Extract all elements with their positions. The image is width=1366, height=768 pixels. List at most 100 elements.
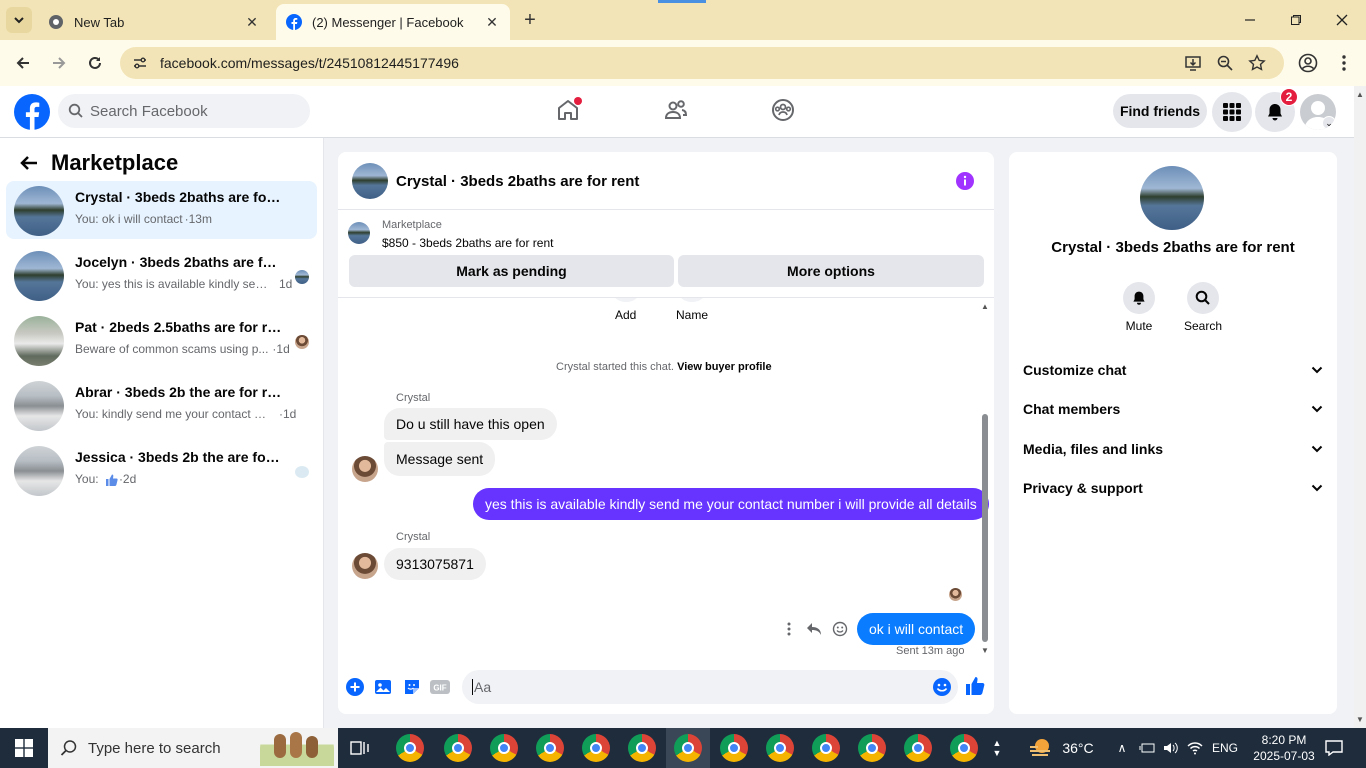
chrome-taskbar-icon[interactable] <box>444 734 472 762</box>
chrome-taskbar-icon[interactable] <box>720 734 748 762</box>
section-customize-chat[interactable]: Customize chat <box>1023 360 1323 380</box>
add-label[interactable]: Add <box>615 308 636 322</box>
chrome-taskbar-icon[interactable] <box>536 734 564 762</box>
reply-button[interactable] <box>805 620 823 638</box>
chrome-taskbar-icon[interactable] <box>904 734 932 762</box>
new-tab-button[interactable]: + <box>518 8 542 32</box>
taskbar-search[interactable]: Type here to search <box>48 728 338 768</box>
start-button[interactable] <box>0 728 48 768</box>
close-tab-icon[interactable]: ✕ <box>244 14 260 31</box>
name-label[interactable]: Name <box>676 308 708 322</box>
forward-button[interactable] <box>46 50 72 76</box>
scroll-up-arrow[interactable]: ▲ <box>981 302 989 311</box>
scrollbar-thumb[interactable] <box>982 414 988 642</box>
chrome-taskbar-icon[interactable] <box>766 734 794 762</box>
notifications-button[interactable]: 2 <box>1255 88 1298 132</box>
nav-groups[interactable] <box>769 96 797 124</box>
weather-widget[interactable]: 36°C <box>1026 732 1096 764</box>
profile-button[interactable] <box>1296 51 1320 75</box>
conversation-item[interactable]: Jocelyn · 3beds 2baths are for re... You… <box>6 246 317 304</box>
mute-button[interactable] <box>1123 282 1155 314</box>
tab-new-tab[interactable]: New Tab ✕ <box>38 4 270 40</box>
nav-friends[interactable] <box>662 96 690 124</box>
conversation-name: Jessica · 3beds 2b the are for rent <box>75 449 285 465</box>
mark-as-pending-button[interactable]: Mark as pending <box>349 255 674 287</box>
chat-title[interactable]: Crystal · 3beds 2baths are for rent <box>396 173 639 190</box>
scroll-up-arrow[interactable]: ▲ <box>1356 90 1364 99</box>
close-tab-icon[interactable]: ✕ <box>484 14 500 31</box>
message-input[interactable]: Aa <box>462 670 958 704</box>
address-bar[interactable]: facebook.com/messages/t/2451081244517749… <box>120 47 1284 79</box>
volume-icon[interactable] <box>1162 738 1180 758</box>
conversation-item[interactable]: Abrar · 3beds 2b the are for rent You: k… <box>6 376 317 434</box>
message-bubble-outgoing[interactable]: ok i will contact <box>857 613 976 645</box>
attach-photo-button[interactable] <box>373 677 393 697</box>
emoji-icon[interactable] <box>932 677 952 697</box>
chrome-taskbar-icon[interactable] <box>950 734 978 762</box>
back-button[interactable] <box>10 50 36 76</box>
taskbar-overflow-arrows[interactable]: ▲ ▼ <box>990 730 1004 766</box>
notification-center-button[interactable] <box>1322 736 1346 760</box>
scroll-down-arrow[interactable]: ▼ <box>981 646 989 655</box>
minimize-button[interactable] <box>1236 8 1264 32</box>
account-avatar[interactable]: ⌄ <box>1300 94 1336 130</box>
tab-search-button[interactable] <box>6 7 32 33</box>
listing-card[interactable]: Marketplace $850 - 3beds 2baths are for … <box>338 210 994 298</box>
reload-button[interactable] <box>82 50 108 76</box>
section-chat-members[interactable]: Chat members <box>1023 399 1323 419</box>
send-like-button[interactable] <box>964 675 986 697</box>
sticker-button[interactable] <box>402 677 422 697</box>
search-in-chat-button[interactable] <box>1187 282 1219 314</box>
conversation-preview: You: yes this is available kindly sen...… <box>75 277 293 291</box>
clock[interactable]: 8:20 PM 2025-07-03 <box>1250 732 1318 764</box>
message-bubble-outgoing[interactable]: yes this is available kindly send me you… <box>473 488 989 520</box>
page-scrollbar[interactable]: ▲ ▼ <box>1354 86 1366 728</box>
gif-button[interactable]: GIF <box>430 677 450 697</box>
more-options-button[interactable]: More options <box>678 255 984 287</box>
facebook-search[interactable]: Search Facebook <box>58 94 310 128</box>
task-view-button[interactable] <box>344 732 376 764</box>
zoom-icon[interactable] <box>1216 54 1234 72</box>
message-bubble[interactable]: Do u still have this open <box>384 408 557 440</box>
more-actions-button[interactable] <box>345 677 365 697</box>
message-more-button[interactable] <box>782 620 796 638</box>
restore-button[interactable] <box>1282 8 1310 32</box>
name-action-circle[interactable] <box>677 298 707 302</box>
menu-button[interactable] <box>1212 92 1252 132</box>
tab-messenger[interactable]: (2) Messenger | Facebook ✕ <box>276 4 510 40</box>
bookmark-star-icon[interactable] <box>1248 54 1266 72</box>
conversation-info-button[interactable] <box>954 170 976 192</box>
find-friends-button[interactable]: Find friends <box>1113 94 1207 128</box>
section-privacy-support[interactable]: Privacy & support <box>1023 478 1323 498</box>
add-people-action-circle[interactable] <box>611 298 641 302</box>
chrome-taskbar-icon[interactable] <box>858 734 886 762</box>
battery-icon[interactable] <box>1138 738 1156 758</box>
message-bubble[interactable]: Message sent <box>384 442 496 476</box>
close-window-button[interactable] <box>1328 8 1356 32</box>
wifi-icon[interactable] <box>1186 738 1204 758</box>
chrome-taskbar-icon[interactable] <box>490 734 518 762</box>
back-to-marketplace-button[interactable] <box>16 150 42 176</box>
chrome-taskbar-icon[interactable] <box>628 734 656 762</box>
section-media-files-links[interactable]: Media, files and links <box>1023 439 1323 459</box>
chrome-taskbar-icon[interactable] <box>582 734 610 762</box>
nav-home[interactable] <box>554 96 582 124</box>
conversation-item[interactable]: Pat · 2beds 2.5baths are for rent Beware… <box>6 311 317 369</box>
contact-avatar[interactable] <box>1140 166 1204 230</box>
chat-avatar[interactable] <box>352 163 388 199</box>
input-language[interactable]: ENG <box>1212 741 1238 755</box>
show-hidden-icons[interactable]: ∧ <box>1114 738 1130 758</box>
view-buyer-profile-link[interactable]: View buyer profile <box>677 361 772 373</box>
browser-menu-button[interactable] <box>1332 51 1356 75</box>
chrome-taskbar-icon[interactable] <box>674 734 702 762</box>
install-app-icon[interactable] <box>1184 54 1202 72</box>
facebook-logo[interactable] <box>14 94 50 130</box>
scroll-down-arrow[interactable]: ▼ <box>1356 715 1364 724</box>
conversation-item[interactable]: Crystal · 3beds 2baths are for rent You:… <box>6 181 317 239</box>
react-button[interactable] <box>831 620 849 638</box>
chrome-taskbar-icon[interactable] <box>812 734 840 762</box>
message-bubble[interactable]: 9313075871 <box>384 548 486 580</box>
conversation-item[interactable]: Jessica · 3beds 2b the are for rent You:… <box>6 441 317 499</box>
chrome-taskbar-icon[interactable] <box>396 734 424 762</box>
chat-scrollbar[interactable]: ▲ ▼ <box>980 302 990 658</box>
